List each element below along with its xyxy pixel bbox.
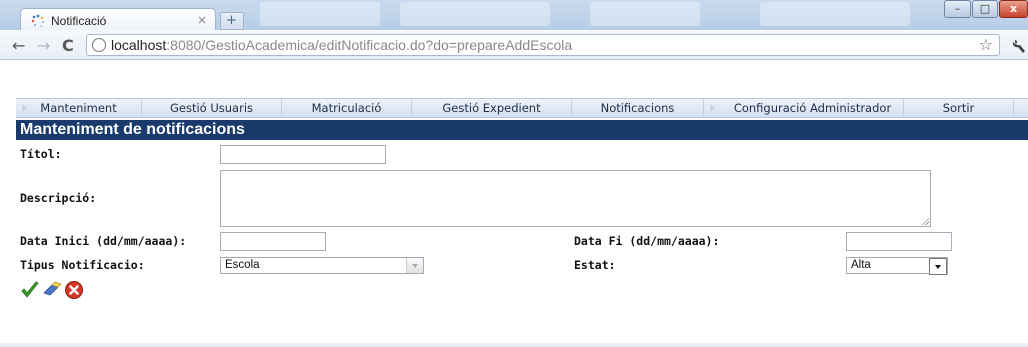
close-window-button[interactable]: x: [999, 0, 1028, 18]
tipus-notificacio-select[interactable]: Escola: [220, 257, 424, 274]
tab-title: Notificació: [51, 14, 107, 28]
browser-tab[interactable]: Notificació ×: [20, 8, 216, 32]
main-menu: Manteniment Gestió Usuaris Matriculació …: [16, 98, 1028, 118]
url-text: localhost:8080/GestioAcademica/editNotif…: [111, 37, 572, 53]
menu-item-notificacions[interactable]: Notificacions: [572, 99, 704, 117]
chevron-down-icon: [406, 258, 423, 273]
maximize-button[interactable]: □: [972, 0, 998, 18]
menu-item-label: Gestió Usuaris: [169, 101, 254, 115]
titol-input[interactable]: [220, 145, 386, 164]
new-tab-button[interactable]: +: [220, 12, 244, 30]
titol-label: Títol:: [20, 147, 62, 161]
browser-toolbar: ← → C localhost:8080/GestioAcademica/edi…: [0, 30, 1028, 60]
address-bar[interactable]: localhost:8080/GestioAcademica/editNotif…: [86, 34, 1000, 56]
background-blur: [590, 2, 700, 26]
data-fi-label: Data Fi (dd/mm/aaaa):: [574, 234, 720, 248]
descripcio-textarea[interactable]: [220, 170, 931, 227]
maximize-icon: □: [979, 2, 991, 15]
menu-item-configuracio-administrador[interactable]: Configuració Administrador: [704, 99, 904, 117]
estat-label: Estat:: [574, 258, 616, 272]
close-icon: x: [1009, 2, 1018, 15]
window-title-bar: Notificació × + – □ x: [0, 0, 1028, 32]
menu-item-label: Sortir: [942, 101, 975, 115]
estat-value: Alta: [851, 259, 871, 271]
menu-item-label: Manteniment: [40, 101, 117, 115]
menu-item-matriculacio[interactable]: Matriculació: [282, 99, 412, 117]
tab-close-icon[interactable]: ×: [197, 13, 207, 27]
data-fi-input[interactable]: [846, 232, 952, 251]
menu-item-label: Configuració Administrador: [733, 101, 892, 115]
estat-select[interactable]: Alta: [846, 257, 948, 275]
data-inici-label: Data Inici (dd/mm/aaaa):: [20, 234, 187, 248]
menu-item-label: Matriculació: [311, 101, 382, 115]
page-title: Manteniment de notificacions: [16, 120, 1028, 140]
chevron-down-icon: [929, 258, 947, 275]
tipus-notificacio-value: Escola: [225, 259, 260, 271]
menu-item-label: Gestió Expedient: [442, 101, 541, 115]
menu-item-gestio-usuaris[interactable]: Gestió Usuaris: [142, 99, 282, 117]
back-arrow-icon[interactable]: ←: [12, 36, 25, 55]
tipus-notificacio-label: Tipus Notificacio:: [20, 258, 145, 272]
cancel-icon[interactable]: [64, 280, 84, 300]
menu-item-label: Notificacions: [600, 101, 675, 115]
background-blur: [760, 2, 910, 26]
resize-grip-icon[interactable]: [921, 217, 929, 225]
menu-item-gestio-expedient[interactable]: Gestió Expedient: [412, 99, 572, 117]
url-host: localhost: [111, 37, 167, 53]
menu-item-manteniment[interactable]: Manteniment: [16, 99, 142, 117]
bookmark-star-icon[interactable]: ☆: [979, 35, 993, 54]
minimize-button[interactable]: –: [944, 0, 971, 18]
bottom-border: [0, 343, 1028, 347]
page-info-icon[interactable]: [92, 38, 106, 52]
background-blur: [260, 2, 380, 26]
descripcio-label: Descripció:: [20, 191, 97, 205]
data-inici-input[interactable]: [220, 232, 326, 251]
wrench-icon[interactable]: [1012, 38, 1026, 54]
background-blur: [400, 2, 550, 26]
eraser-icon[interactable]: [42, 280, 62, 300]
url-path: :8080/GestioAcademica/editNotificacio.do…: [166, 37, 573, 53]
check-icon[interactable]: [20, 280, 40, 300]
minimize-icon: –: [954, 2, 961, 15]
reload-icon[interactable]: C: [62, 36, 74, 55]
forward-arrow-icon[interactable]: →: [37, 36, 50, 55]
loading-icon: [31, 14, 45, 27]
plus-icon: +: [226, 13, 237, 28]
menu-arrow-icon: [22, 104, 28, 112]
menu-arrow-icon: [710, 104, 716, 112]
menu-item-sortir[interactable]: Sortir: [904, 99, 1014, 117]
